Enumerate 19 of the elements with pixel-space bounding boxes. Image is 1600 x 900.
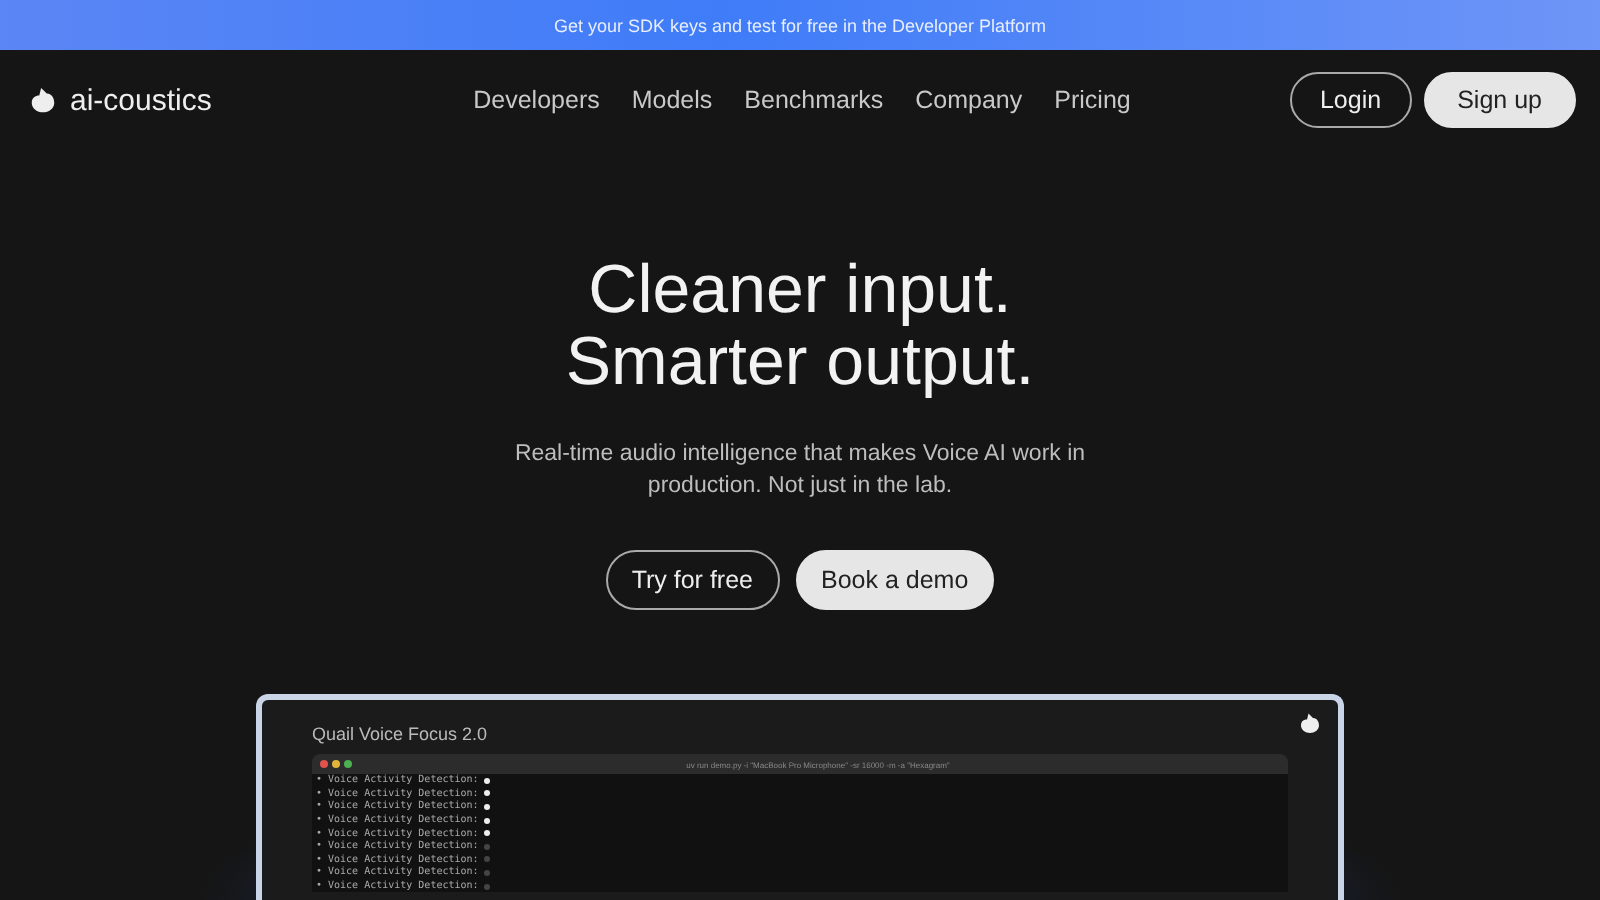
nav-link[interactable]: Company: [915, 86, 1023, 114]
hero-title: Cleaner input. Smarter output.: [565, 254, 1035, 398]
login-button[interactable]: Login: [1289, 72, 1412, 128]
demo-title: Quail Voice Focus 2.0: [312, 724, 490, 744]
minimize-icon[interactable]: [332, 760, 340, 768]
close-icon[interactable]: [320, 760, 328, 768]
book-demo-button[interactable]: Book a demo: [795, 550, 995, 610]
try-free-button[interactable]: Try for free: [605, 550, 779, 610]
signup-button[interactable]: Sign up: [1423, 72, 1576, 128]
nav-link[interactable]: Benchmarks: [744, 86, 884, 114]
maximize-icon[interactable]: [344, 760, 352, 768]
hero-subtitle: Real-time audio intelligence that makes Voice AI work in production. Not just in the lab.: [512, 440, 1088, 502]
logo-icon: [1298, 712, 1322, 736]
brand-name[interactable]: ai-coustics: [70, 83, 212, 117]
nav-link[interactable]: Models: [631, 86, 713, 114]
banner-text: Get your SDK keys and test for free in the Developer Platform: [553, 15, 1047, 35]
nav-link[interactable]: Pricing: [1054, 86, 1131, 114]
nav-link[interactable]: Developers: [473, 86, 600, 114]
logo-icon: [28, 85, 58, 115]
